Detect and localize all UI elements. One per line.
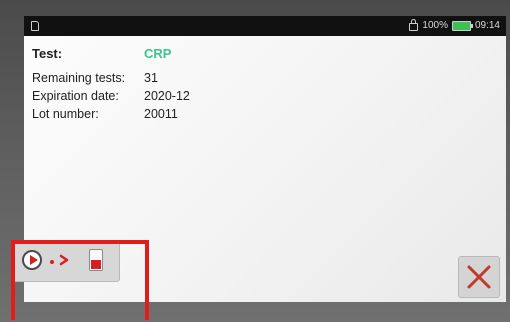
- remaining-tests-value: 31: [144, 71, 158, 85]
- battery-icon: [451, 20, 473, 31]
- lot-number-value: 20011: [144, 107, 178, 121]
- status-right-group: 100% 09:14: [409, 18, 500, 31]
- remaining-tests-label: Remaining tests:: [32, 71, 126, 85]
- sd-card-icon: [31, 21, 39, 31]
- lock-icon: [409, 18, 419, 31]
- device-frame: 100% 09:14 Test: CRP Remaining tests: 31…: [0, 0, 510, 322]
- test-label: Test:: [32, 46, 63, 61]
- clock-time: 09:14: [474, 20, 500, 31]
- expiration-date-value: 2020-12: [144, 89, 190, 103]
- test-value: CRP: [144, 46, 172, 61]
- close-icon: [467, 265, 491, 289]
- expiration-date-label: Expiration date:: [32, 89, 119, 103]
- highlight-box: [11, 240, 149, 320]
- close-button[interactable]: [458, 256, 500, 298]
- battery-percentage: 100%: [422, 20, 448, 31]
- lot-number-label: Lot number:: [32, 107, 99, 121]
- status-bar: 100% 09:14: [24, 16, 506, 36]
